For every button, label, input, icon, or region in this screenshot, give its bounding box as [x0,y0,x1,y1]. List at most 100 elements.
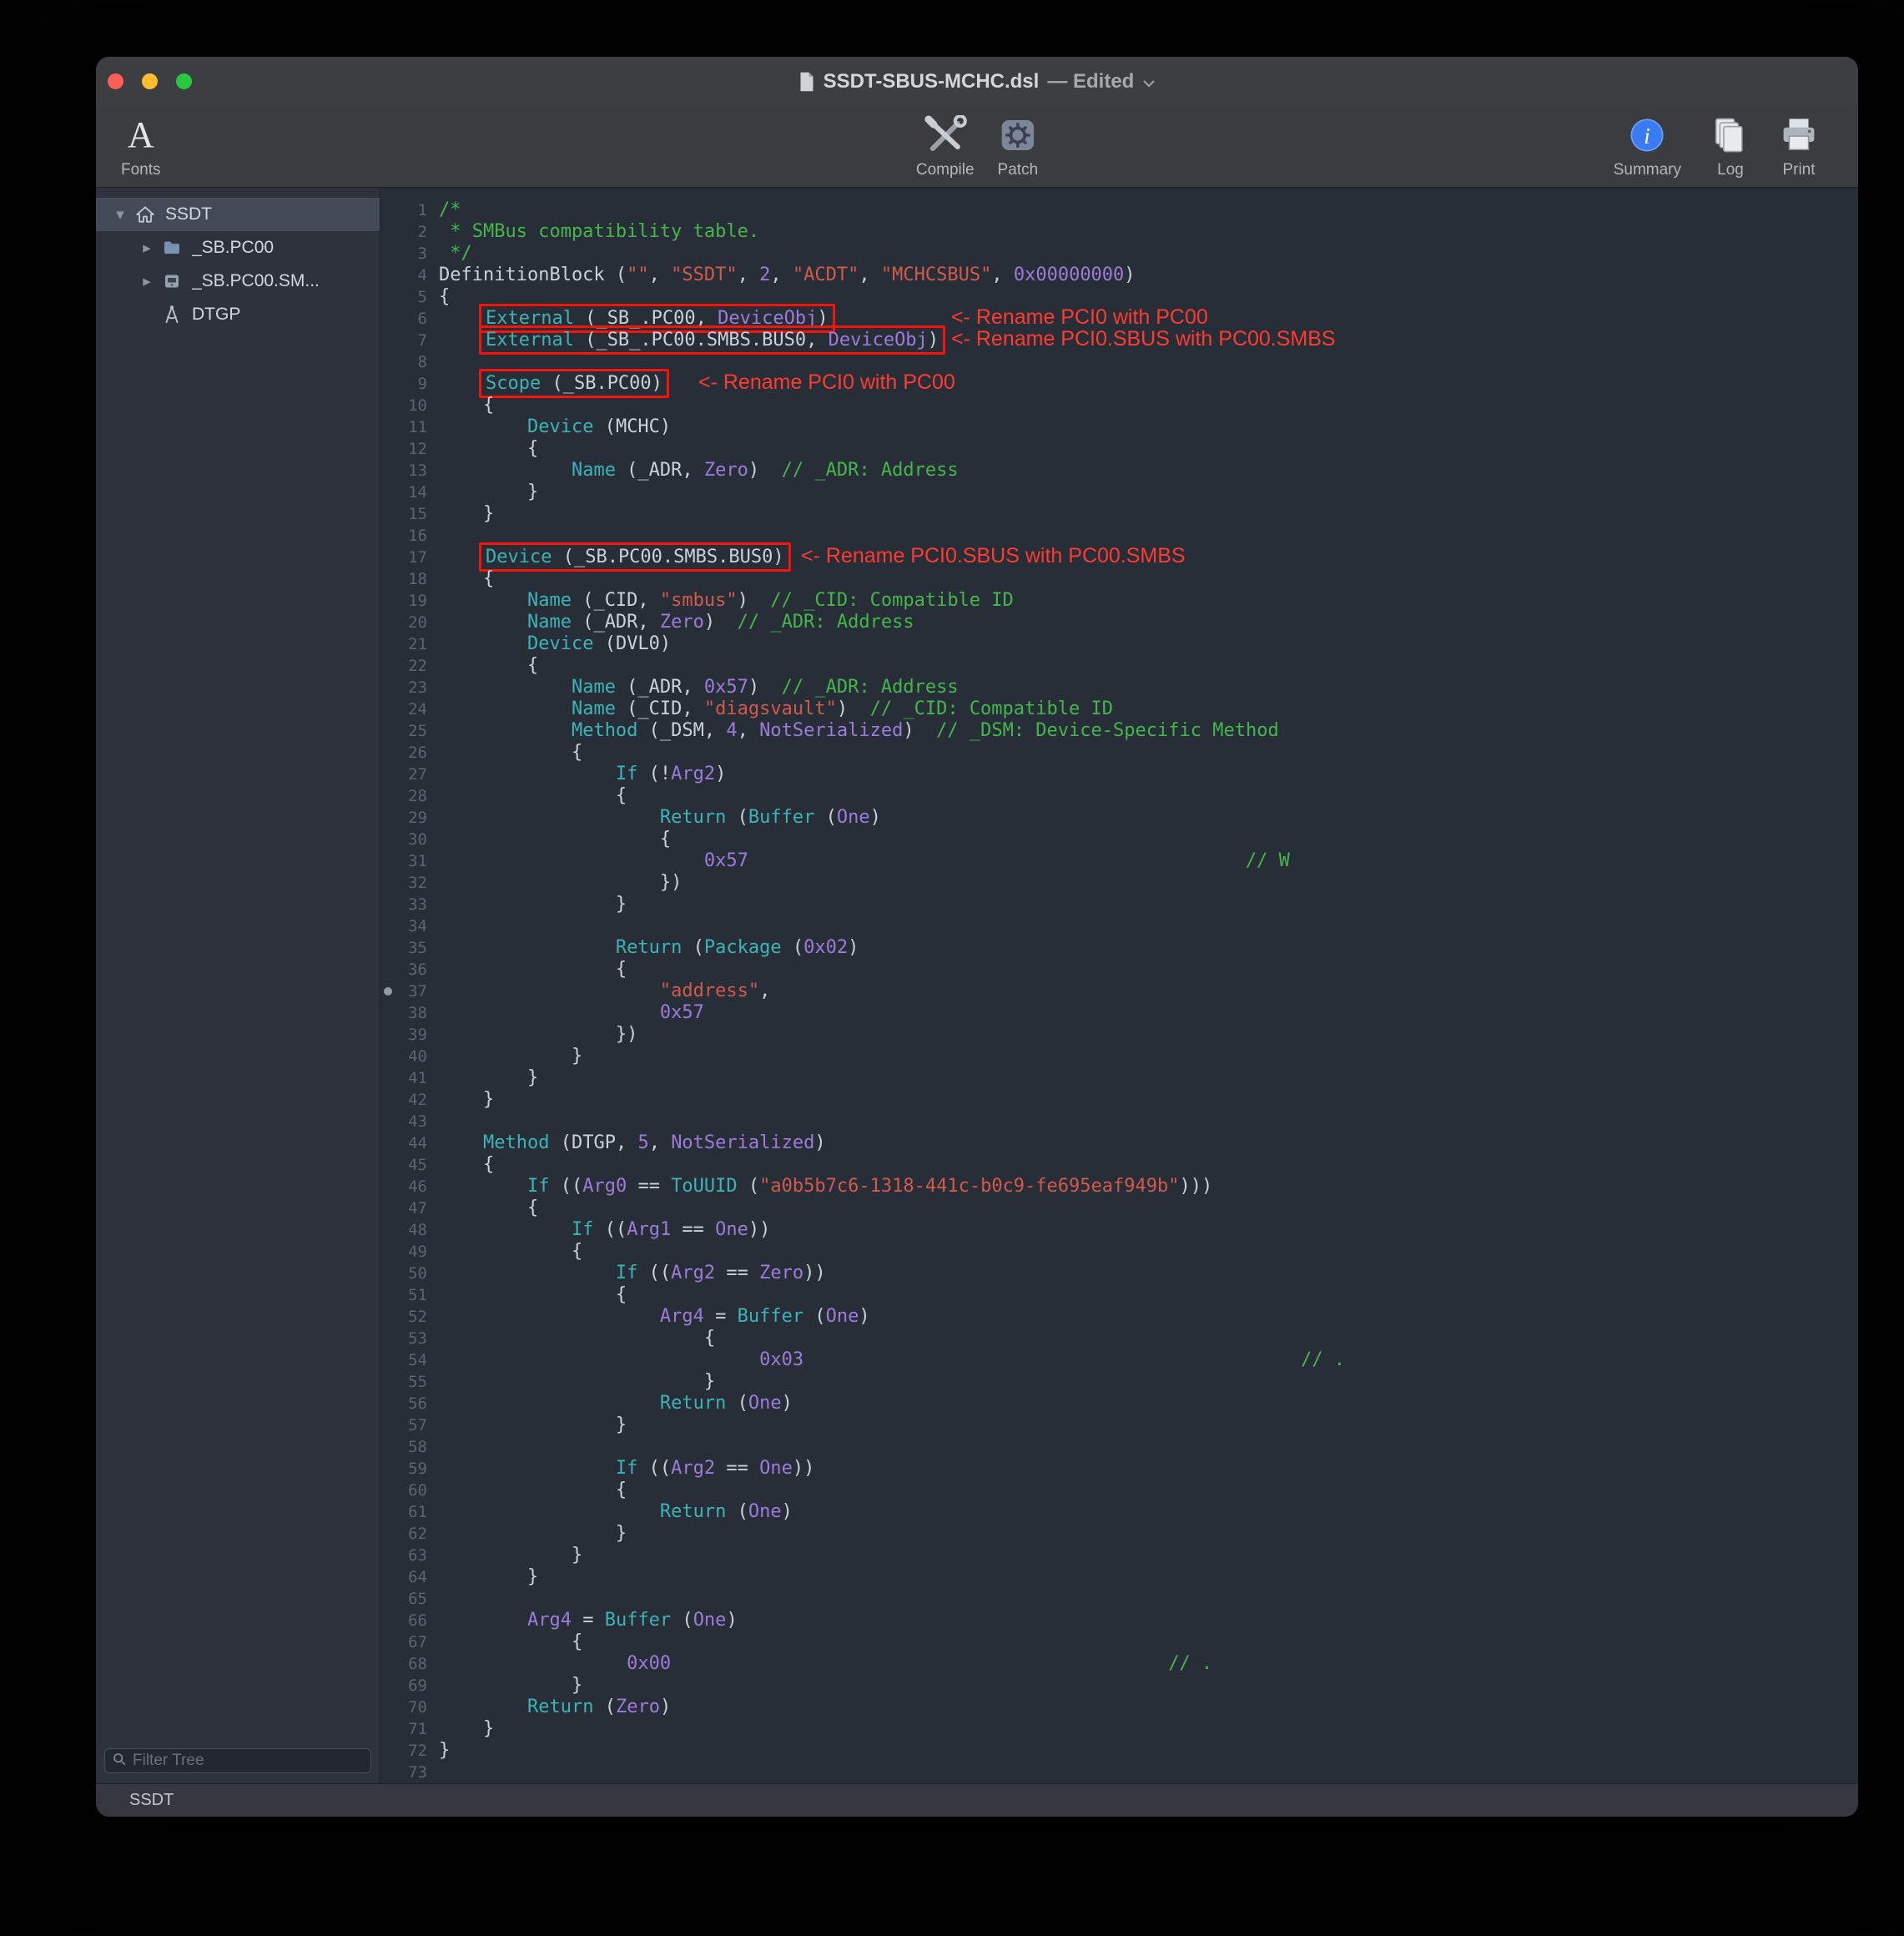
code-line-content: } [427,1414,627,1435]
document-proxy-icon[interactable] [798,60,815,103]
code-line[interactable]: 13 Name (_ADR, Zero) // _ADR: Address [380,460,1858,481]
code-line[interactable]: 57 } [380,1414,1858,1436]
minimize-button[interactable] [142,73,158,89]
code-line[interactable]: 34 [380,915,1858,937]
code-line[interactable]: 22 { [380,655,1858,677]
code-line[interactable]: 23 Name (_ADR, 0x57) // _ADR: Address [380,677,1858,698]
disclosure-triangle-icon[interactable]: ▸ [134,239,159,258]
sidebar-item-dtgp[interactable]: DTGP [96,298,380,331]
code-line[interactable]: 3 */ [380,243,1858,265]
close-button[interactable] [108,73,123,89]
line-number: 71 [380,1718,427,1740]
zoom-button[interactable] [176,73,192,89]
code-line[interactable]: 27 If (!Arg2) [380,764,1858,785]
code-line[interactable]: 12 { [380,438,1858,460]
disclosure-triangle-icon[interactable]: ▾ [108,205,133,224]
code-line-content [427,351,439,372]
code-line[interactable]: 20 Name (_ADR, Zero) // _ADR: Address [380,612,1858,633]
code-editor[interactable]: 1/*2 * SMBus compatibility table.3 */4De… [380,188,1858,1783]
code-line[interactable]: 35 Return (Package (0x02) [380,937,1858,959]
code-line[interactable]: 47 { [380,1197,1858,1219]
code-line[interactable]: 55 } [380,1371,1858,1393]
code-line[interactable]: 2 * SMBus compatibility table. [380,221,1858,243]
code-line[interactable]: 60 { [380,1480,1858,1501]
code-line[interactable]: 68 0x00 // . [380,1653,1858,1675]
code-line[interactable]: 17 Device (_SB.PC00.SMBS.BUS0)<- Rename … [380,547,1858,568]
code-line[interactable]: 51 { [380,1284,1858,1306]
patch-gear-icon [998,113,1038,157]
code-line[interactable]: 43 [380,1111,1858,1132]
status-bar: SSDT [96,1783,1858,1817]
code-line[interactable]: 64 } [380,1566,1858,1588]
code-line[interactable]: 70 Return (Zero) [380,1697,1858,1718]
title-menu-chevron-icon[interactable] [1142,70,1156,93]
code-line[interactable]: 63 } [380,1545,1858,1566]
sidebar-item-sb-pc00[interactable]: ▸_SB.PC00 [96,231,380,265]
code-line[interactable]: 38 0x57 [380,1002,1858,1024]
code-line-content: } [427,503,494,524]
code-line[interactable]: 39 }) [380,1024,1858,1046]
code-line[interactable]: 61 Return (One) [380,1501,1858,1523]
code-line[interactable]: 46 If ((Arg0 == ToUUID ("a0b5b7c6-1318-4… [380,1176,1858,1197]
code-line[interactable]: 32 }) [380,872,1858,894]
code-line[interactable]: 29 Return (Buffer (One) [380,807,1858,829]
code-line[interactable]: 65 [380,1588,1858,1610]
code-line-content: 0x00 // . [427,1653,1212,1674]
compile-tools-icon [923,113,968,157]
code-line[interactable]: 1/* [380,199,1858,221]
code-line[interactable]: 62 } [380,1523,1858,1545]
code-line[interactable]: 53 { [380,1328,1858,1349]
patch-button[interactable]: Patch [998,106,1039,187]
code-line[interactable]: 50 If ((Arg2 == Zero)) [380,1263,1858,1284]
code-line[interactable]: 37 "address", [380,981,1858,1002]
code-line[interactable]: 31 0x57 // W [380,850,1858,872]
code-line[interactable]: 44 Method (DTGP, 5, NotSerialized) [380,1132,1858,1154]
code-line[interactable]: 21 Device (DVL0) [380,633,1858,655]
code-line[interactable]: 56 Return (One) [380,1393,1858,1414]
code-line[interactable]: 58 [380,1436,1858,1458]
code-line[interactable]: 14 } [380,481,1858,503]
code-line[interactable]: 36 { [380,959,1858,981]
code-line[interactable]: 33 } [380,894,1858,915]
print-button[interactable]: Print [1780,106,1818,187]
code-line[interactable]: 49 { [380,1241,1858,1263]
code-line[interactable]: 66 Arg4 = Buffer (One) [380,1610,1858,1631]
code-line[interactable]: 41 } [380,1067,1858,1089]
code-line[interactable]: 52 Arg4 = Buffer (One) [380,1306,1858,1328]
code-line[interactable]: 59 If ((Arg2 == One)) [380,1458,1858,1480]
code-line[interactable]: 10 { [380,395,1858,416]
code-line[interactable]: 54 0x03 // . [380,1349,1858,1371]
sidebar-item-sb-pc00-sm[interactable]: ▸_SB.PC00.SM... [96,265,380,298]
fonts-button[interactable]: A Fonts [121,106,161,187]
code-line[interactable]: 28 { [380,785,1858,807]
code-line[interactable]: 67 { [380,1631,1858,1653]
disclosure-triangle-icon[interactable]: ▸ [134,272,159,291]
code-line[interactable]: 4DefinitionBlock ("", "SSDT", 2, "ACDT",… [380,265,1858,286]
log-button[interactable]: Log [1711,106,1750,187]
code-line[interactable]: 45 { [380,1154,1858,1176]
code-line[interactable]: 73 [380,1762,1858,1783]
code-line[interactable]: 48 If ((Arg1 == One)) [380,1219,1858,1241]
code-line[interactable]: 69 } [380,1675,1858,1697]
filter-tree-input[interactable] [133,1752,364,1770]
code-line[interactable]: 7 External (_SB_.PC00.SMBS.BUS0, DeviceO… [380,330,1858,351]
code-line[interactable]: 18 { [380,568,1858,590]
code-line[interactable]: 71 } [380,1718,1858,1740]
compile-button[interactable]: Compile [916,106,975,187]
code-line[interactable]: 42 } [380,1089,1858,1111]
code-line[interactable]: 11 Device (MCHC) [380,416,1858,438]
code-line[interactable]: 40 } [380,1046,1858,1067]
sidebar-item-ssdt[interactable]: ▾SSDT [96,198,380,231]
code-line[interactable]: 25 Method (_DSM, 4, NotSerialized) // _D… [380,720,1858,742]
code-line[interactable]: 24 Name (_CID, "diagsvault") // _CID: Co… [380,698,1858,720]
code-line[interactable]: 19 Name (_CID, "smbus") // _CID: Compati… [380,590,1858,612]
line-number: 21 [380,633,427,655]
code-line[interactable]: 15 } [380,503,1858,525]
code-line-content: Arg4 = Buffer (One) [427,1610,738,1631]
code-line[interactable]: 30 { [380,829,1858,850]
code-line-content: /* [427,199,461,220]
code-line[interactable]: 26 { [380,742,1858,764]
code-line[interactable]: 72} [380,1740,1858,1762]
summary-button[interactable]: i Summary [1614,106,1681,187]
code-line[interactable]: 9 Scope (_SB.PC00)<- Rename PCI0 with PC… [380,373,1858,395]
